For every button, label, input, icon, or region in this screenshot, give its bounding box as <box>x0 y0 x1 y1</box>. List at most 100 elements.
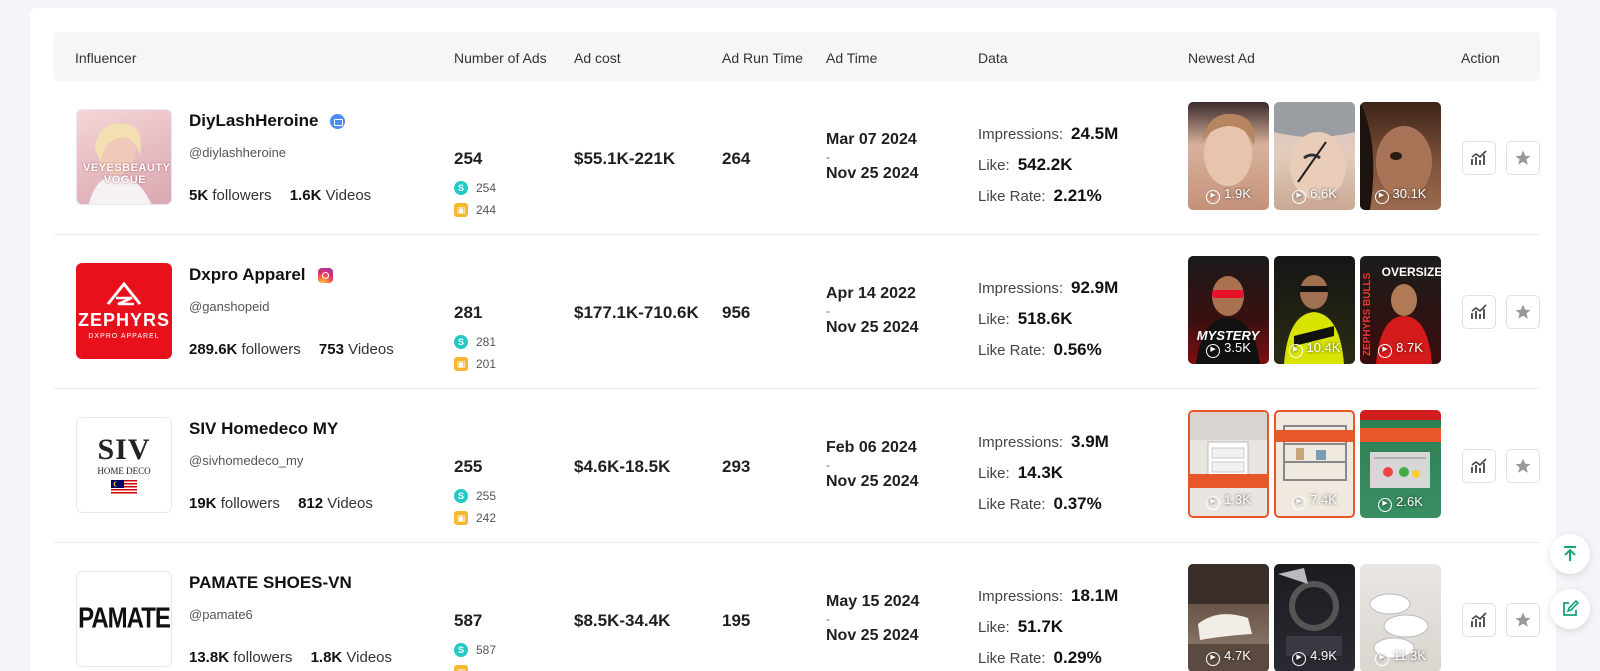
header-newest-ad: Newest Ad <box>1188 50 1255 66</box>
ad-thumbnail[interactable]: MYSTERY 3.5K <box>1188 256 1269 364</box>
views-count: 10.4K <box>1274 340 1355 358</box>
ads-count: 254 <box>454 149 483 168</box>
avatar-text: SIV <box>97 432 151 466</box>
followers-count: 19K <box>189 495 217 512</box>
favorite-button[interactable] <box>1506 449 1540 483</box>
line-chart-icon <box>1471 150 1487 165</box>
favorite-button[interactable] <box>1506 141 1540 175</box>
impressions-value: 18.1M <box>1071 586 1119 605</box>
ad-metrics: Impressions: 24.5M Like: 542.2K Like Rate:… <box>978 124 1119 205</box>
ads-sub-s: S 587 <box>454 643 496 657</box>
ads-sub-b: ▣ <box>454 665 476 671</box>
avatar[interactable]: ZEPHYRS DXPRO APPAREL <box>76 263 172 359</box>
feedback-button[interactable] <box>1550 589 1590 629</box>
videos-label: Videos <box>348 341 394 358</box>
trend-chart-button[interactable] <box>1462 449 1496 483</box>
followers-label: followers <box>212 187 272 204</box>
influencer-name-text[interactable]: DiyLashHeroine <box>189 111 318 131</box>
ads-sub-s: S 281 <box>454 335 496 349</box>
impressions-value: 24.5M <box>1071 124 1119 143</box>
shop-bag-icon: ▣ <box>454 357 468 371</box>
videos-label: Videos <box>346 649 393 666</box>
avatar[interactable]: VEYESBEAUTY VOGUE <box>76 109 172 205</box>
ad-time-dash: - <box>826 612 830 626</box>
influencer-stats: 19K followers 812 Videos <box>189 495 373 512</box>
impressions-value: 92.9M <box>1071 278 1119 297</box>
like-rate-value: 2.21% <box>1053 186 1102 205</box>
impressions-value: 3.9M <box>1071 432 1109 451</box>
star-icon <box>1515 612 1531 627</box>
ad-run-time: 195 <box>722 611 751 630</box>
ad-thumbnail[interactable]: 1.3K <box>1188 410 1269 518</box>
table-row[interactable]: VEYESBEAUTY VOGUE DiyLashHeroine @diylas… <box>54 81 1540 235</box>
malaysia-flag-icon <box>111 479 137 495</box>
trend-chart-button[interactable] <box>1462 603 1496 637</box>
ad-cost: $8.5K-34.4K <box>574 611 671 630</box>
influencer-handle: @ganshopeid <box>189 299 270 314</box>
views-count: 2.6K <box>1360 494 1441 512</box>
back-to-top-button[interactable] <box>1550 534 1590 574</box>
header-data: Data <box>978 50 1008 66</box>
ad-thumbnail[interactable]: 1.9K <box>1188 102 1269 210</box>
shop-s-icon: S <box>454 335 468 349</box>
header-action: Action <box>1461 50 1500 66</box>
table-row[interactable]: PAMATE PAMATE SHOES-VN @pamate6 13.8K fo… <box>54 543 1540 671</box>
avatar-image <box>88 123 152 204</box>
trend-chart-button[interactable] <box>1462 295 1496 329</box>
videos-label: Videos <box>325 187 372 204</box>
svg-text:OVERSIZE: OVERSIZE <box>1382 265 1441 279</box>
likes-value: 542.2K <box>1017 155 1073 174</box>
videos-count: 753 <box>318 341 344 358</box>
likes-value: 14.3K <box>1017 463 1064 482</box>
influencer-name[interactable]: PAMATE SHOES-VN <box>189 573 352 593</box>
influencer-name[interactable]: Dxpro Apparel <box>189 265 333 285</box>
star-icon <box>1515 458 1531 473</box>
views-count: 30.1K <box>1360 186 1441 204</box>
ad-end-date: Nov 25 2024 <box>826 319 919 336</box>
ad-thumbnail[interactable]: 2.6K <box>1360 410 1441 518</box>
videos-count: 1.8K <box>310 649 343 666</box>
ad-thumbnail[interactable]: 30.1K <box>1360 102 1441 210</box>
header-number-of-ads[interactable]: Number of Ads <box>454 50 547 66</box>
avatar-text: VEYESBEAUTY VOGUE <box>83 162 171 186</box>
shop-bag-icon: ▣ <box>454 665 468 671</box>
ad-thumbnail[interactable]: OVERSIZEZEPHYRS BULLS 8.7K <box>1360 256 1441 364</box>
ad-run-time: 956 <box>722 303 751 322</box>
influencer-name[interactable]: SIV Homedeco MY <box>189 419 338 439</box>
avatar[interactable]: PAMATE <box>76 571 172 667</box>
header-ad-cost[interactable]: Ad cost <box>574 50 621 66</box>
followers-count: 13.8K <box>189 649 230 666</box>
ad-thumbnail[interactable]: 7.4K <box>1274 410 1355 518</box>
ad-thumbnail[interactable]: 4.9K <box>1274 564 1355 671</box>
favorite-button[interactable] <box>1506 295 1540 329</box>
followers-label: followers <box>220 495 280 512</box>
ad-thumbnail[interactable]: 10.4K <box>1274 256 1355 364</box>
ad-thumbnail[interactable]: 4.7K <box>1188 564 1269 671</box>
header-ad-time[interactable]: Ad Time <box>826 50 877 66</box>
views-count: 3.5K <box>1188 340 1269 358</box>
trend-chart-button[interactable] <box>1462 141 1496 175</box>
ad-start-date: May 15 2024 <box>826 593 920 610</box>
favorite-button[interactable] <box>1506 603 1540 637</box>
videos-count: 1.6K <box>289 187 322 204</box>
table-row[interactable]: SIV HOME DECO SIV Homedeco MY @sivhomede… <box>54 389 1540 543</box>
influencer-stats: 13.8K followers 1.8K Videos <box>189 649 392 666</box>
influencer-name-text[interactable]: PAMATE SHOES-VN <box>189 573 352 593</box>
influencer-name-text[interactable]: Dxpro Apparel <box>189 265 306 285</box>
ad-time-range: Feb 06 2024 - Nov 25 2024 <box>826 439 919 491</box>
influencer-name[interactable]: DiyLashHeroine <box>189 111 346 131</box>
header-ad-run-time[interactable]: Ad Run Time <box>722 50 803 66</box>
star-icon <box>1515 150 1531 165</box>
ads-count: 587 <box>454 611 483 630</box>
table-row[interactable]: ZEPHYRS DXPRO APPAREL Dxpro Apparel @gan… <box>54 235 1540 389</box>
likes-value: 51.7K <box>1017 617 1064 636</box>
followers-count: 5K <box>189 187 209 204</box>
ad-time-dash: - <box>826 304 830 318</box>
influencer-name-text[interactable]: SIV Homedeco MY <box>189 419 338 439</box>
shop-s-icon: S <box>454 181 468 195</box>
avatar[interactable]: SIV HOME DECO <box>76 417 172 513</box>
ad-thumbnail[interactable]: 11.3K <box>1360 564 1441 671</box>
ad-run-time: 293 <box>722 457 751 476</box>
ad-thumbnail[interactable]: 6.6K <box>1274 102 1355 210</box>
header-influencer: Influencer <box>75 50 137 66</box>
